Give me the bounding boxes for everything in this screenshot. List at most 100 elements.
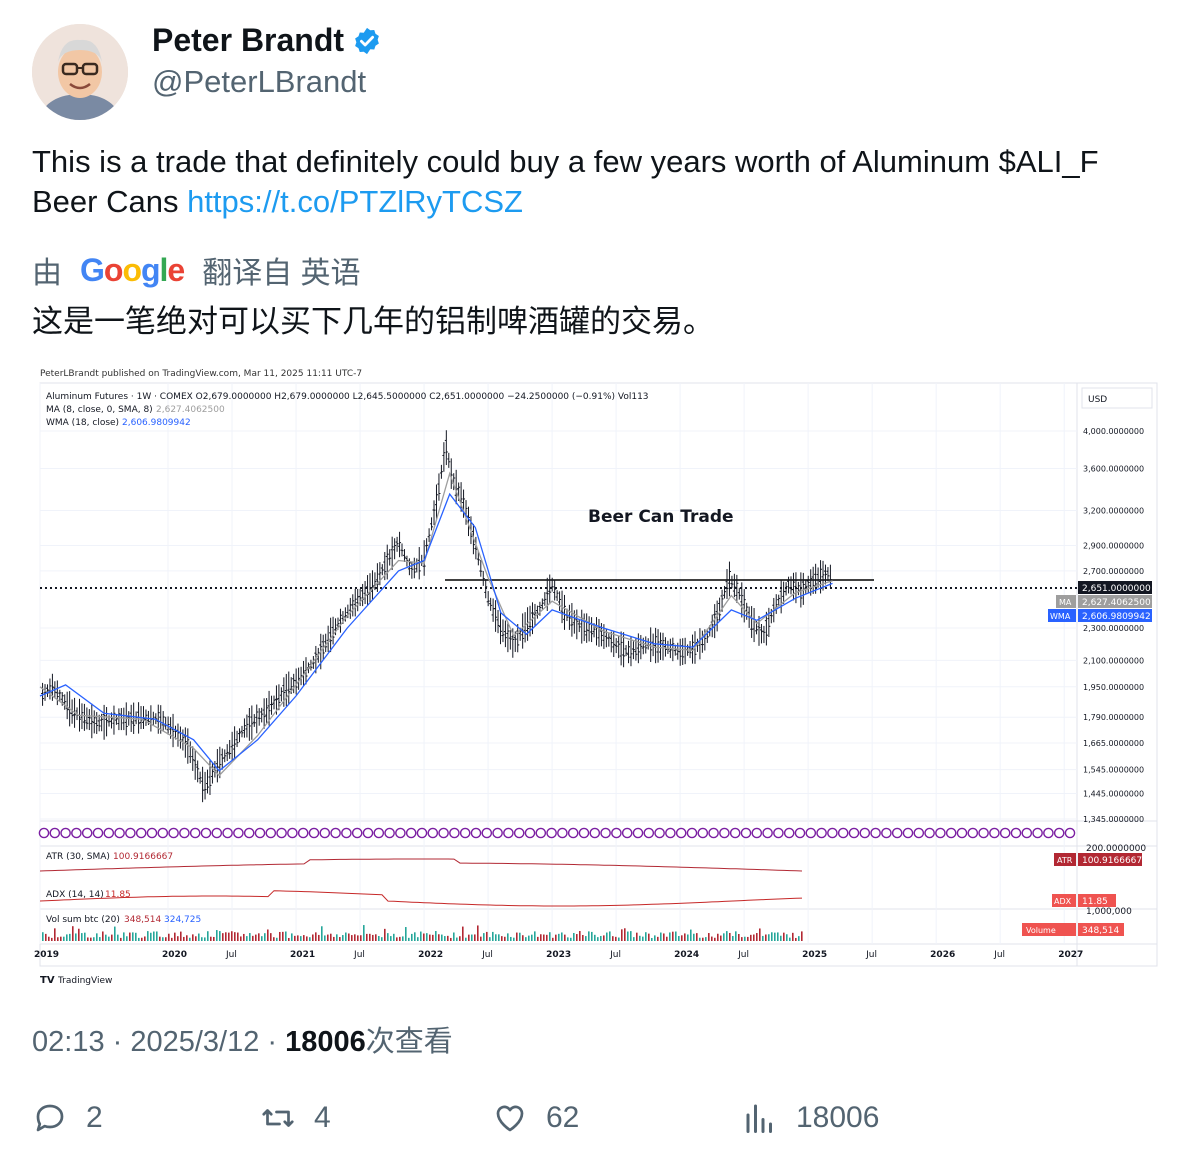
volume-bar bbox=[495, 934, 497, 941]
volume-bar bbox=[444, 936, 446, 941]
volume-bar bbox=[786, 934, 788, 941]
event-marker bbox=[168, 827, 179, 839]
volume-bar bbox=[288, 937, 290, 941]
volume-bar bbox=[111, 934, 113, 941]
event-marker bbox=[222, 827, 233, 839]
volume-bar bbox=[108, 936, 110, 941]
event-marker bbox=[578, 827, 590, 839]
event-marker bbox=[945, 827, 957, 839]
event-marker bbox=[1064, 827, 1076, 839]
volume-legend-value2: 324,725 bbox=[164, 915, 201, 925]
x-tick-label: 2024 bbox=[674, 950, 699, 960]
volume-bar bbox=[528, 935, 530, 941]
volume-bar bbox=[765, 934, 767, 941]
ma-tag: MA bbox=[1059, 598, 1072, 607]
currency-label: USD bbox=[1088, 395, 1107, 405]
volume-bar bbox=[723, 933, 725, 941]
volume-bar bbox=[621, 929, 623, 941]
event-marker bbox=[1043, 827, 1054, 839]
volume-bar bbox=[135, 932, 137, 941]
published-label: PeterLBrandt published on TradingView.co… bbox=[40, 369, 362, 379]
x-tick-label: Jul bbox=[737, 950, 749, 960]
event-marker bbox=[308, 827, 320, 839]
volume-bar bbox=[672, 931, 674, 941]
volume-bar bbox=[357, 935, 359, 941]
ohlc-legend: Aluminum Futures · 1W · COMEX O2,679.000… bbox=[46, 392, 649, 402]
view-count-label: 次查看 bbox=[365, 1026, 453, 1058]
volume-bar bbox=[606, 932, 608, 941]
event-marker bbox=[297, 827, 309, 839]
x-tick-label: 2019 bbox=[34, 950, 59, 960]
volume-bar bbox=[777, 932, 779, 941]
ma-legend: MA (8, close, 0, SMA, 8) bbox=[46, 405, 153, 415]
event-marker bbox=[697, 827, 709, 839]
volume-bar bbox=[603, 935, 605, 941]
retweet-button[interactable]: 4 bbox=[260, 1100, 331, 1136]
event-marker bbox=[114, 827, 125, 839]
volume-bar bbox=[540, 934, 542, 941]
volume-bar bbox=[129, 932, 131, 941]
event-marker bbox=[503, 827, 514, 839]
event-marker bbox=[135, 827, 147, 839]
volume-tag: Volume bbox=[1026, 926, 1056, 935]
event-marker bbox=[665, 827, 676, 839]
author-name-row[interactable]: Peter Brandt bbox=[152, 22, 382, 59]
volume-bar bbox=[96, 933, 98, 941]
volume-bar bbox=[417, 937, 419, 941]
reply-button[interactable]: 2 bbox=[32, 1100, 103, 1136]
volume-bar bbox=[153, 931, 155, 941]
volume-bar bbox=[54, 928, 56, 941]
event-marker bbox=[92, 827, 104, 839]
event-marker bbox=[967, 827, 979, 839]
volume-bar bbox=[468, 934, 470, 941]
author-handle[interactable]: @PeterLBrandt bbox=[152, 64, 366, 100]
wma-tag: WMA bbox=[1050, 612, 1071, 621]
translation-attribution[interactable]: 由 Google 翻译自 英语 bbox=[32, 248, 361, 292]
volume-bar bbox=[114, 926, 116, 941]
volume-bar bbox=[123, 932, 125, 941]
volume-bar bbox=[399, 936, 401, 941]
event-marker bbox=[351, 827, 363, 839]
event-marker bbox=[373, 827, 385, 839]
volume-bar bbox=[465, 937, 467, 941]
volume-bar bbox=[426, 933, 428, 941]
atr-scale-top: 200.0000000 bbox=[1086, 844, 1146, 854]
like-count: 62 bbox=[546, 1101, 580, 1134]
volume-bar bbox=[393, 933, 395, 941]
volume-bar bbox=[90, 937, 92, 941]
volume-bar bbox=[387, 933, 389, 941]
event-marker bbox=[200, 827, 212, 839]
volume-bar bbox=[780, 935, 782, 941]
views-button[interactable]: 18006 bbox=[742, 1100, 879, 1136]
volume-tag-value: 348,514 bbox=[1082, 926, 1119, 936]
volume-bar bbox=[585, 936, 587, 941]
tweet-link[interactable]: https://t.co/PTZlRyTCSZ bbox=[187, 184, 523, 219]
volume-bar bbox=[255, 934, 257, 941]
like-button[interactable]: 62 bbox=[492, 1100, 579, 1136]
event-marker bbox=[827, 827, 838, 839]
event-marker bbox=[891, 827, 903, 839]
avatar[interactable] bbox=[32, 24, 128, 120]
event-marker bbox=[125, 827, 136, 839]
volume-bar bbox=[447, 935, 449, 941]
volume-bar bbox=[423, 933, 425, 941]
volume-bar bbox=[642, 936, 644, 941]
volume-bar bbox=[489, 937, 491, 941]
volume-bar bbox=[294, 935, 296, 941]
y-tick-label: 2,900.0000000 bbox=[1083, 541, 1144, 550]
volume-bar bbox=[171, 937, 173, 941]
ma-legend-value: 2,627.4062500 bbox=[156, 405, 225, 415]
tweet-timestamp[interactable]: 02:13 · 2025/3/12 · bbox=[32, 1026, 285, 1058]
volume-bar bbox=[690, 929, 692, 941]
event-marker bbox=[254, 827, 266, 839]
volume-bar bbox=[87, 937, 89, 941]
event-marker bbox=[902, 827, 914, 839]
chart-image[interactable]: PeterLBrandt published on TradingView.co… bbox=[32, 361, 1164, 997]
event-marker bbox=[773, 827, 784, 839]
event-marker bbox=[989, 827, 1000, 839]
x-tick-label: 2022 bbox=[418, 950, 443, 960]
event-marker bbox=[675, 827, 687, 839]
author-name[interactable]: Peter Brandt bbox=[152, 22, 344, 59]
volume-bar bbox=[705, 937, 707, 941]
volume-bar bbox=[507, 933, 509, 941]
